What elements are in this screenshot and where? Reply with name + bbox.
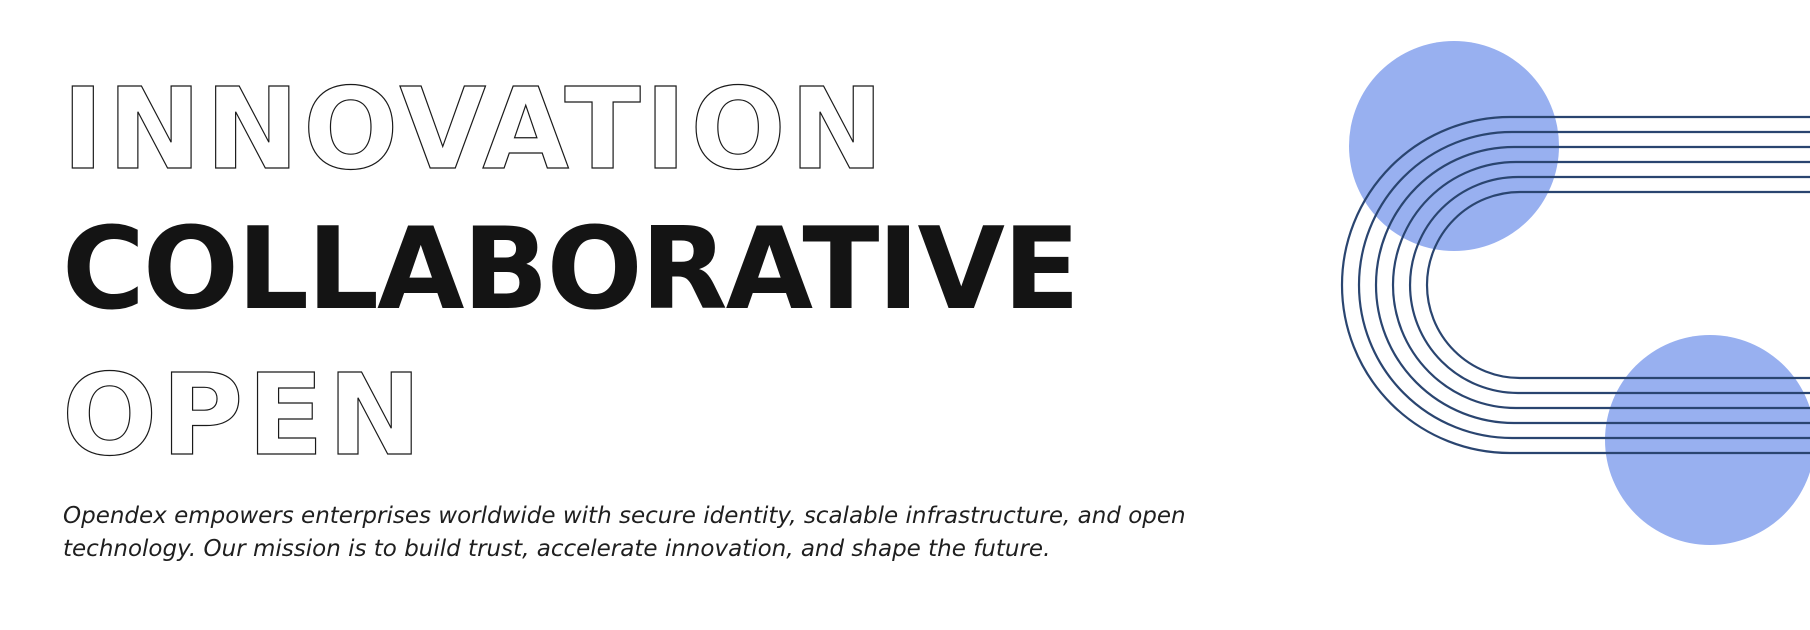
headline-open: OPEN — [61, 351, 426, 481]
accent-circle-bottom — [1605, 335, 1810, 545]
headline-innovation: INNOVATION — [61, 65, 888, 195]
mission-statement: Opendex empowers enterprises worldwide w… — [63, 503, 1186, 562]
headline-collaborative: COLLABORATIVE — [62, 203, 1080, 335]
decorative-graphic — [1340, 41, 1810, 545]
